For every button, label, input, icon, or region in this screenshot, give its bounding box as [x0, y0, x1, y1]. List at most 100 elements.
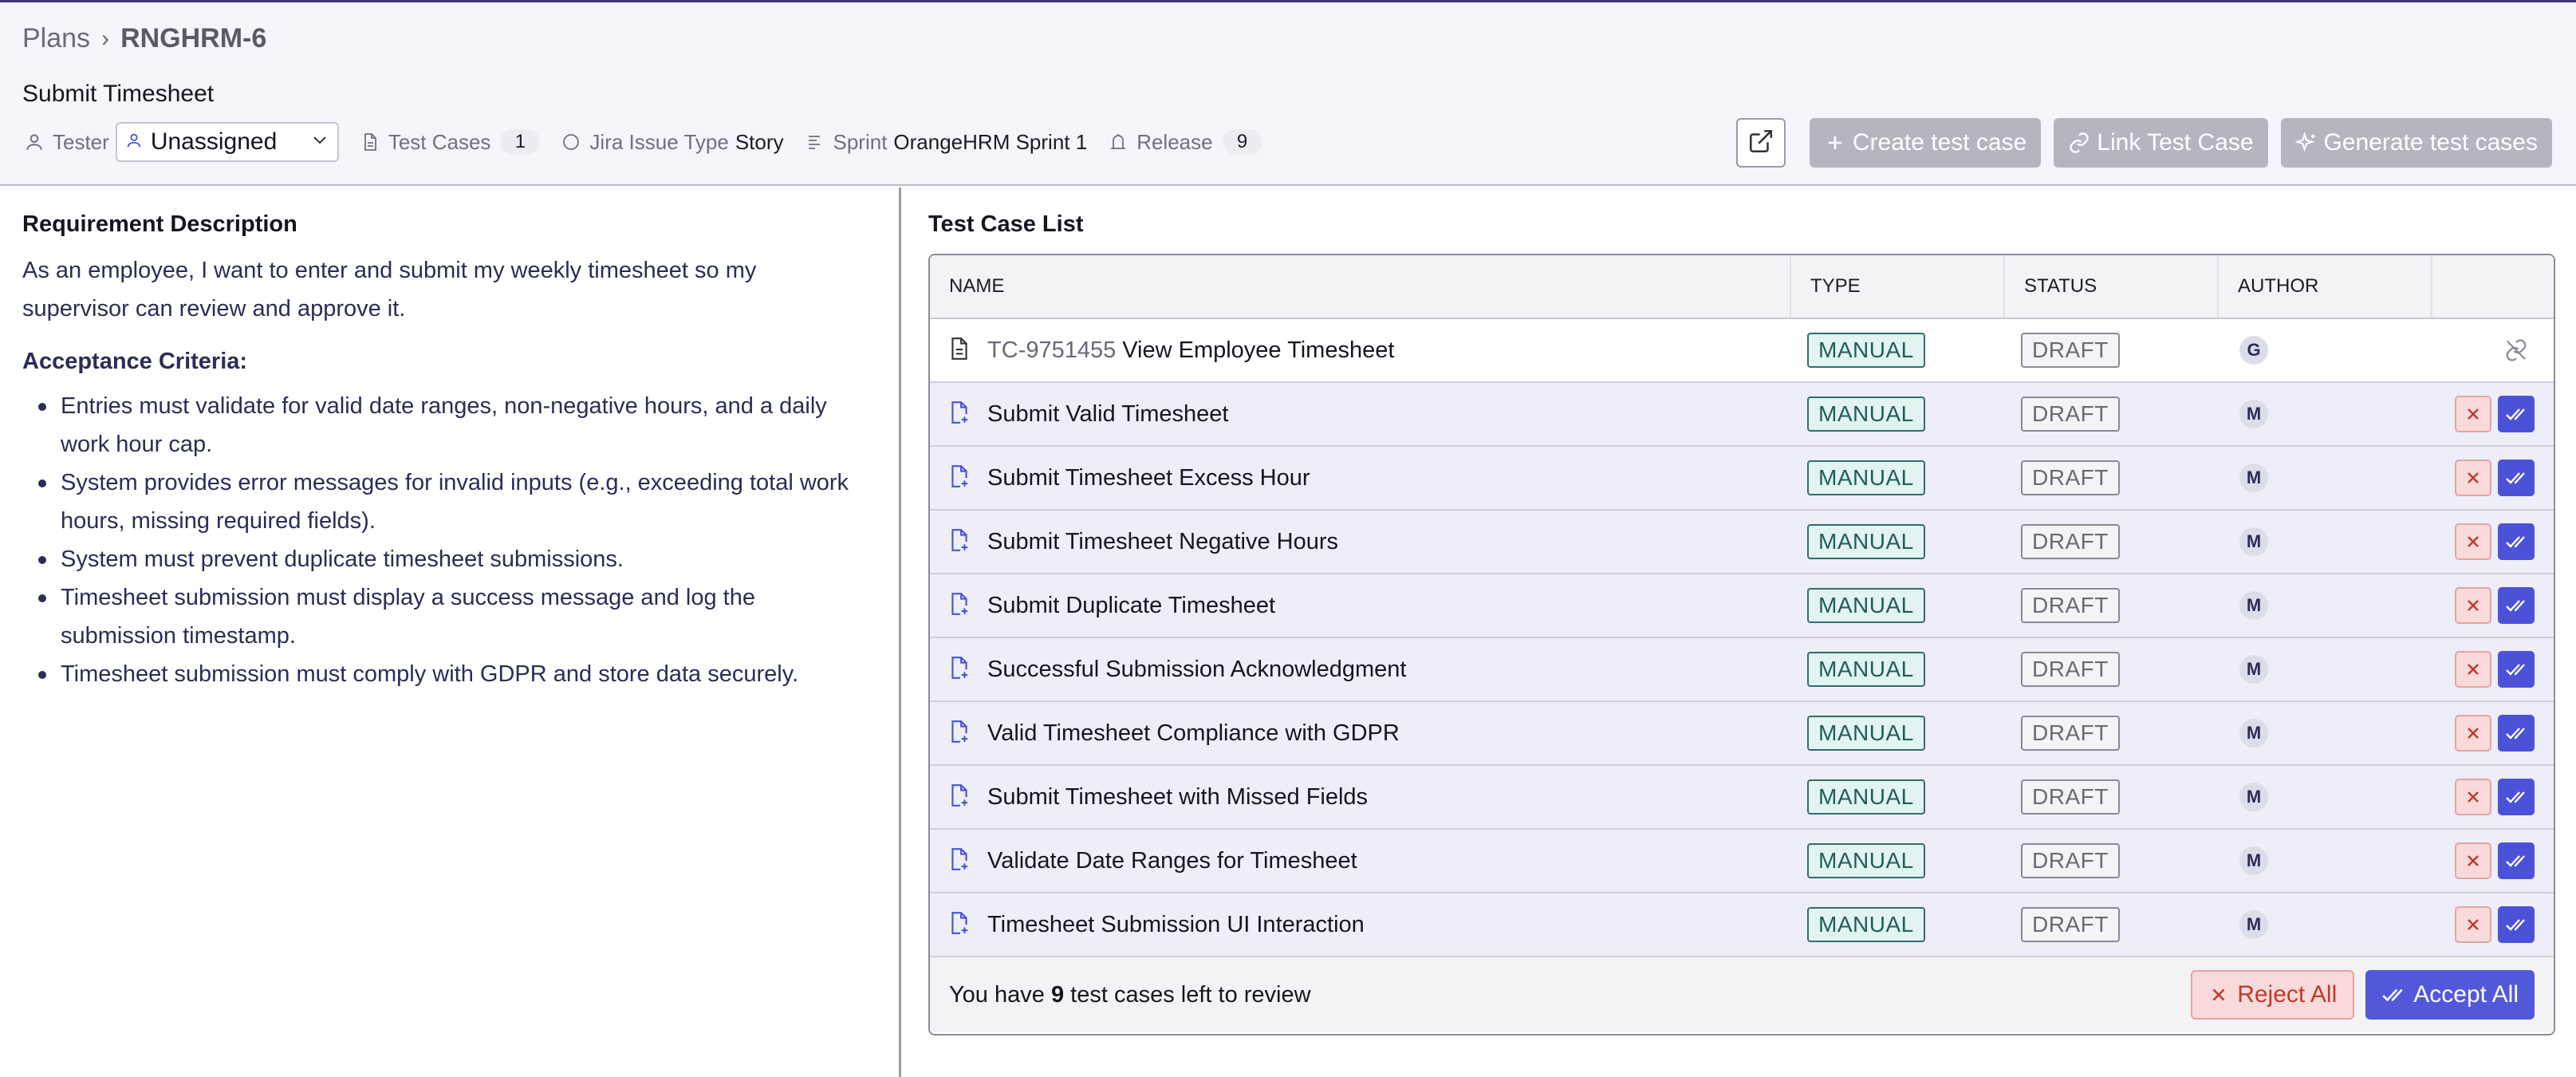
table-body: TC-9751455 View Employee Timesheet MANUAL D…	[930, 319, 2554, 957]
type-badge: MANUAL	[1807, 716, 1925, 751]
accept-button[interactable]	[2498, 779, 2535, 815]
test-case-name-cell[interactable]: Valid Timesheet Compliance with GDPR	[930, 702, 1790, 764]
test-case-name-cell[interactable]: Validate Date Ranges for Timesheet	[930, 830, 1790, 892]
test-case-name: Submit Valid Timesheet	[987, 400, 1229, 427]
table-row[interactable]: Valid Timesheet Compliance with GDPR MANU…	[930, 702, 2554, 766]
chevron-right-icon: ›	[101, 25, 110, 52]
type-badge: MANUAL	[1807, 652, 1925, 687]
table-row[interactable]: Validate Date Ranges for Timesheet MANUAL…	[930, 830, 2554, 894]
row-actions	[2431, 638, 2554, 700]
accept-all-button[interactable]: Accept All	[2365, 970, 2535, 1020]
reject-button[interactable]	[2455, 779, 2491, 815]
test-case-name-cell[interactable]: Submit Timesheet Excess Hour	[930, 447, 1790, 509]
reject-button[interactable]	[2455, 651, 2491, 688]
criteria-item: Timesheet submission must comply with GD…	[37, 655, 866, 693]
sprint-icon	[803, 130, 827, 154]
test-case-name-cell[interactable]: Timesheet Submission UI Interaction	[930, 894, 1790, 956]
avatar: G	[2239, 336, 2268, 365]
type-badge: MANUAL	[1807, 460, 1925, 495]
test-case-name-cell[interactable]: Successful Submission Acknowledgment	[930, 638, 1790, 700]
accept-button[interactable]	[2498, 651, 2535, 688]
accept-button[interactable]	[2498, 523, 2535, 560]
accept-button[interactable]	[2498, 715, 2535, 752]
type-badge: MANUAL	[1807, 779, 1925, 815]
test-case-name-cell[interactable]: Submit Duplicate Timesheet	[930, 574, 1790, 637]
table-row[interactable]: Submit Duplicate Timesheet MANUAL DRAFT M	[930, 574, 2554, 638]
test-case-name-cell[interactable]: TC-9751455 View Employee Timesheet	[930, 319, 1790, 381]
author-cell: M	[2217, 447, 2431, 509]
accept-button[interactable]	[2498, 587, 2535, 624]
double-check-icon	[2506, 472, 2525, 484]
tester-field: Tester Unassigned	[22, 122, 339, 162]
breadcrumb-current: RNGHRM-6	[120, 23, 267, 53]
release-count: 9	[1222, 129, 1262, 155]
test-case-name: Timesheet Submission UI Interaction	[987, 911, 1365, 937]
reject-button[interactable]	[2455, 842, 2491, 879]
reject-button[interactable]	[2455, 460, 2491, 496]
review-prefix: You have	[949, 981, 1045, 1008]
avatar: M	[2239, 719, 2268, 748]
table-row[interactable]: Submit Valid Timesheet MANUAL DRAFT M	[930, 383, 2554, 447]
reject-button[interactable]	[2455, 906, 2491, 943]
status-badge: DRAFT	[2021, 779, 2120, 815]
document-add-icon	[949, 528, 973, 555]
unlink-icon[interactable]	[2498, 338, 2535, 362]
type-cell: MANUAL	[1790, 638, 2003, 700]
reject-all-label: Reject All	[2237, 981, 2338, 1008]
status-badge: DRAFT	[2021, 843, 2120, 878]
open-external-button[interactable]	[1735, 118, 1786, 168]
author-cell: M	[2217, 638, 2431, 700]
link-test-case-button[interactable]: Link Test Case	[2054, 118, 2268, 168]
author-cell: M	[2217, 383, 2431, 445]
accept-button[interactable]	[2498, 842, 2535, 879]
link-icon	[2068, 132, 2090, 154]
test-case-name-cell[interactable]: Submit Valid Timesheet	[930, 383, 1790, 445]
reject-button[interactable]	[2455, 523, 2491, 560]
status-badge: DRAFT	[2021, 460, 2120, 495]
table-row[interactable]: TC-9751455 View Employee Timesheet MANUAL D…	[930, 319, 2554, 383]
type-cell: MANUAL	[1790, 319, 2003, 381]
reject-button[interactable]	[2455, 587, 2491, 624]
avatar: M	[2239, 400, 2268, 428]
accept-button[interactable]	[2498, 460, 2535, 496]
table-row[interactable]: Successful Submission Acknowledgment MANU…	[930, 638, 2554, 702]
close-icon	[2468, 408, 2479, 420]
author-cell: M	[2217, 574, 2431, 637]
tester-select[interactable]: Unassigned	[115, 122, 339, 162]
table-row[interactable]: Submit Timesheet Excess Hour MANUAL DRAFT M	[930, 447, 2554, 511]
create-test-case-label: Create test case	[1852, 129, 2027, 156]
reject-button[interactable]	[2455, 396, 2491, 432]
test-case-name-cell[interactable]: Submit Timesheet with Missed Fields	[930, 766, 1790, 828]
reject-button[interactable]	[2455, 715, 2491, 752]
status-badge: DRAFT	[2021, 588, 2120, 623]
acceptance-criteria-list: Entries must validate for valid date ran…	[37, 387, 866, 693]
status-cell: DRAFT	[2003, 447, 2217, 509]
column-header-type: TYPE	[1790, 255, 2003, 318]
status-badge: DRAFT	[2021, 524, 2120, 559]
column-header-author: AUTHOR	[2217, 255, 2431, 318]
sprint-label: Sprint	[833, 129, 888, 154]
generate-test-cases-button[interactable]: Generate test cases	[2280, 118, 2552, 168]
sprint-meta: Sprint OrangeHRM Sprint 1	[803, 129, 1087, 155]
type-badge: MANUAL	[1807, 333, 1925, 368]
accept-button[interactable]	[2498, 906, 2535, 943]
test-case-name: Submit Timesheet Negative Hours	[987, 528, 1339, 554]
avatar: M	[2239, 527, 2268, 556]
double-check-icon	[2382, 988, 2403, 1002]
accept-button[interactable]	[2498, 396, 2535, 432]
close-icon	[2468, 919, 2479, 930]
table-row[interactable]: Submit Timesheet with Missed Fields MANUA…	[930, 766, 2554, 830]
test-case-name: Validate Date Ranges for Timesheet	[987, 847, 1357, 874]
close-icon	[2468, 728, 2479, 739]
test-case-name: Submit Timesheet with Missed Fields	[987, 783, 1369, 810]
table-row[interactable]: Submit Timesheet Negative Hours MANUAL DRA…	[930, 511, 2554, 574]
test-case-name-cell[interactable]: Submit Timesheet Negative Hours	[930, 511, 1790, 573]
table-row[interactable]: Timesheet Submission UI Interaction MANUA…	[930, 894, 2554, 957]
close-icon	[2212, 988, 2225, 1001]
double-check-icon	[2506, 664, 2525, 676]
close-icon	[2468, 600, 2479, 611]
create-test-case-button[interactable]: Create test case	[1809, 118, 2042, 168]
reject-all-button[interactable]: Reject All	[2191, 970, 2355, 1020]
release-meta: Release 9	[1106, 129, 1262, 155]
breadcrumb-plans-link[interactable]: Plans	[22, 23, 90, 54]
